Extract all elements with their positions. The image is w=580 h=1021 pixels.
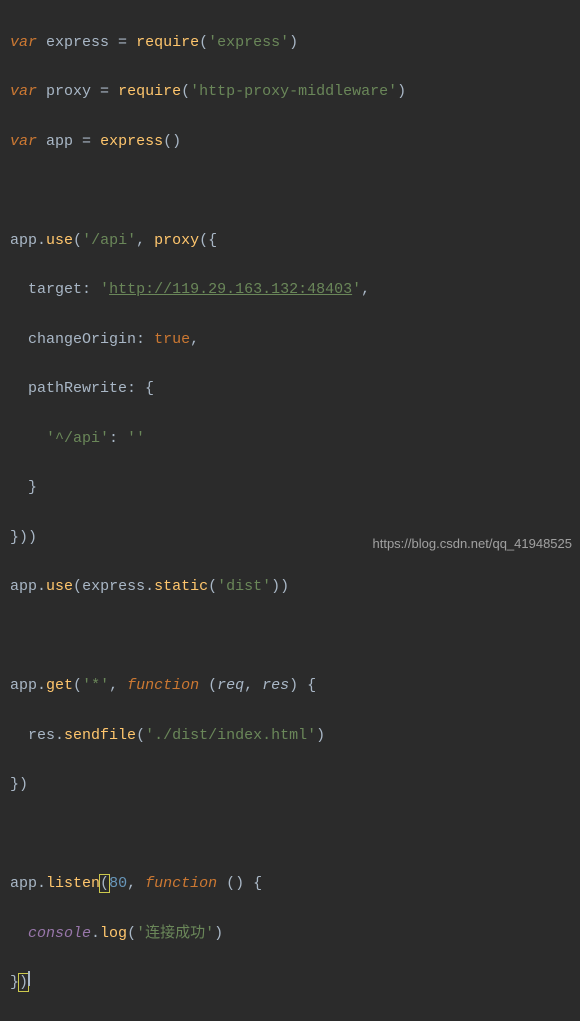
string-literal: 'http-proxy-middleware' — [190, 83, 397, 100]
param-req: req — [217, 677, 244, 694]
identifier: app — [10, 875, 37, 892]
method-listen: listen — [46, 875, 100, 892]
keyword-function: function — [145, 875, 217, 892]
identifier-console: console — [28, 925, 91, 942]
keyword-var: var — [10, 133, 37, 150]
keyword-function: function — [127, 677, 199, 694]
string-literal: '^/api' — [46, 430, 109, 447]
identifier: app — [10, 677, 37, 694]
blank-line — [10, 179, 570, 204]
prop-pathrewrite: pathRewrite — [28, 380, 127, 397]
code-line: '^/api': '' — [10, 427, 570, 452]
watermark-text: https://blog.csdn.net/qq_41948525 — [373, 533, 573, 554]
keyword-var: var — [10, 83, 37, 100]
func-require: require — [118, 83, 181, 100]
identifier: proxy — [46, 83, 91, 100]
string-literal: '' — [127, 430, 145, 447]
identifier: res — [28, 727, 55, 744]
code-line: console.log('连接成功') — [10, 922, 570, 947]
string-literal: '连接成功' — [136, 925, 214, 942]
identifier: express — [82, 578, 145, 595]
code-line: var proxy = require('http-proxy-middlewa… — [10, 80, 570, 105]
code-line: res.sendfile('./dist/index.html') — [10, 724, 570, 749]
code-line: app.listen(80, function () { — [10, 872, 570, 897]
string-literal: '/api' — [82, 232, 136, 249]
code-line: target: 'http://119.29.163.132:48403', — [10, 278, 570, 303]
code-line: app.use(express.static('dist')) — [10, 575, 570, 600]
method-use: use — [46, 578, 73, 595]
code-editor: var express = require('express') var pro… — [0, 0, 580, 1021]
url-literal: http://119.29.163.132:48403 — [109, 281, 352, 298]
method-get: get — [46, 677, 73, 694]
method-use: use — [46, 232, 73, 249]
func-call: express — [100, 133, 163, 150]
code-line: } — [10, 476, 570, 501]
identifier: app — [10, 232, 37, 249]
prop-target: target — [28, 281, 82, 298]
code-line: }) — [10, 773, 570, 798]
number-literal: 80 — [109, 875, 127, 892]
func-call: proxy — [154, 232, 199, 249]
prop-changeorigin: changeOrigin — [28, 331, 136, 348]
code-line: app.use('/api', proxy({ — [10, 229, 570, 254]
code-line: }) — [10, 971, 570, 996]
string-literal: '*' — [82, 677, 109, 694]
func-require: require — [136, 34, 199, 51]
identifier: app — [10, 578, 37, 595]
code-line: var express = require('express') — [10, 31, 570, 56]
string-literal: 'dist' — [217, 578, 271, 595]
string-literal: 'express' — [208, 34, 289, 51]
identifier: express — [46, 34, 109, 51]
method-sendfile: sendfile — [64, 727, 136, 744]
text-cursor-icon — [28, 971, 30, 986]
method-static: static — [154, 578, 208, 595]
code-line: var app = express() — [10, 130, 570, 155]
string-literal: './dist/index.html' — [145, 727, 316, 744]
blank-line — [10, 823, 570, 848]
identifier: app — [46, 133, 73, 150]
blank-line — [10, 625, 570, 650]
method-log: log — [100, 925, 127, 942]
param-res: res — [262, 677, 289, 694]
keyword-var: var — [10, 34, 37, 51]
code-line: pathRewrite: { — [10, 377, 570, 402]
code-line: changeOrigin: true, — [10, 328, 570, 353]
code-line: app.get('*', function (req, res) { — [10, 674, 570, 699]
boolean-true: true — [154, 331, 190, 348]
